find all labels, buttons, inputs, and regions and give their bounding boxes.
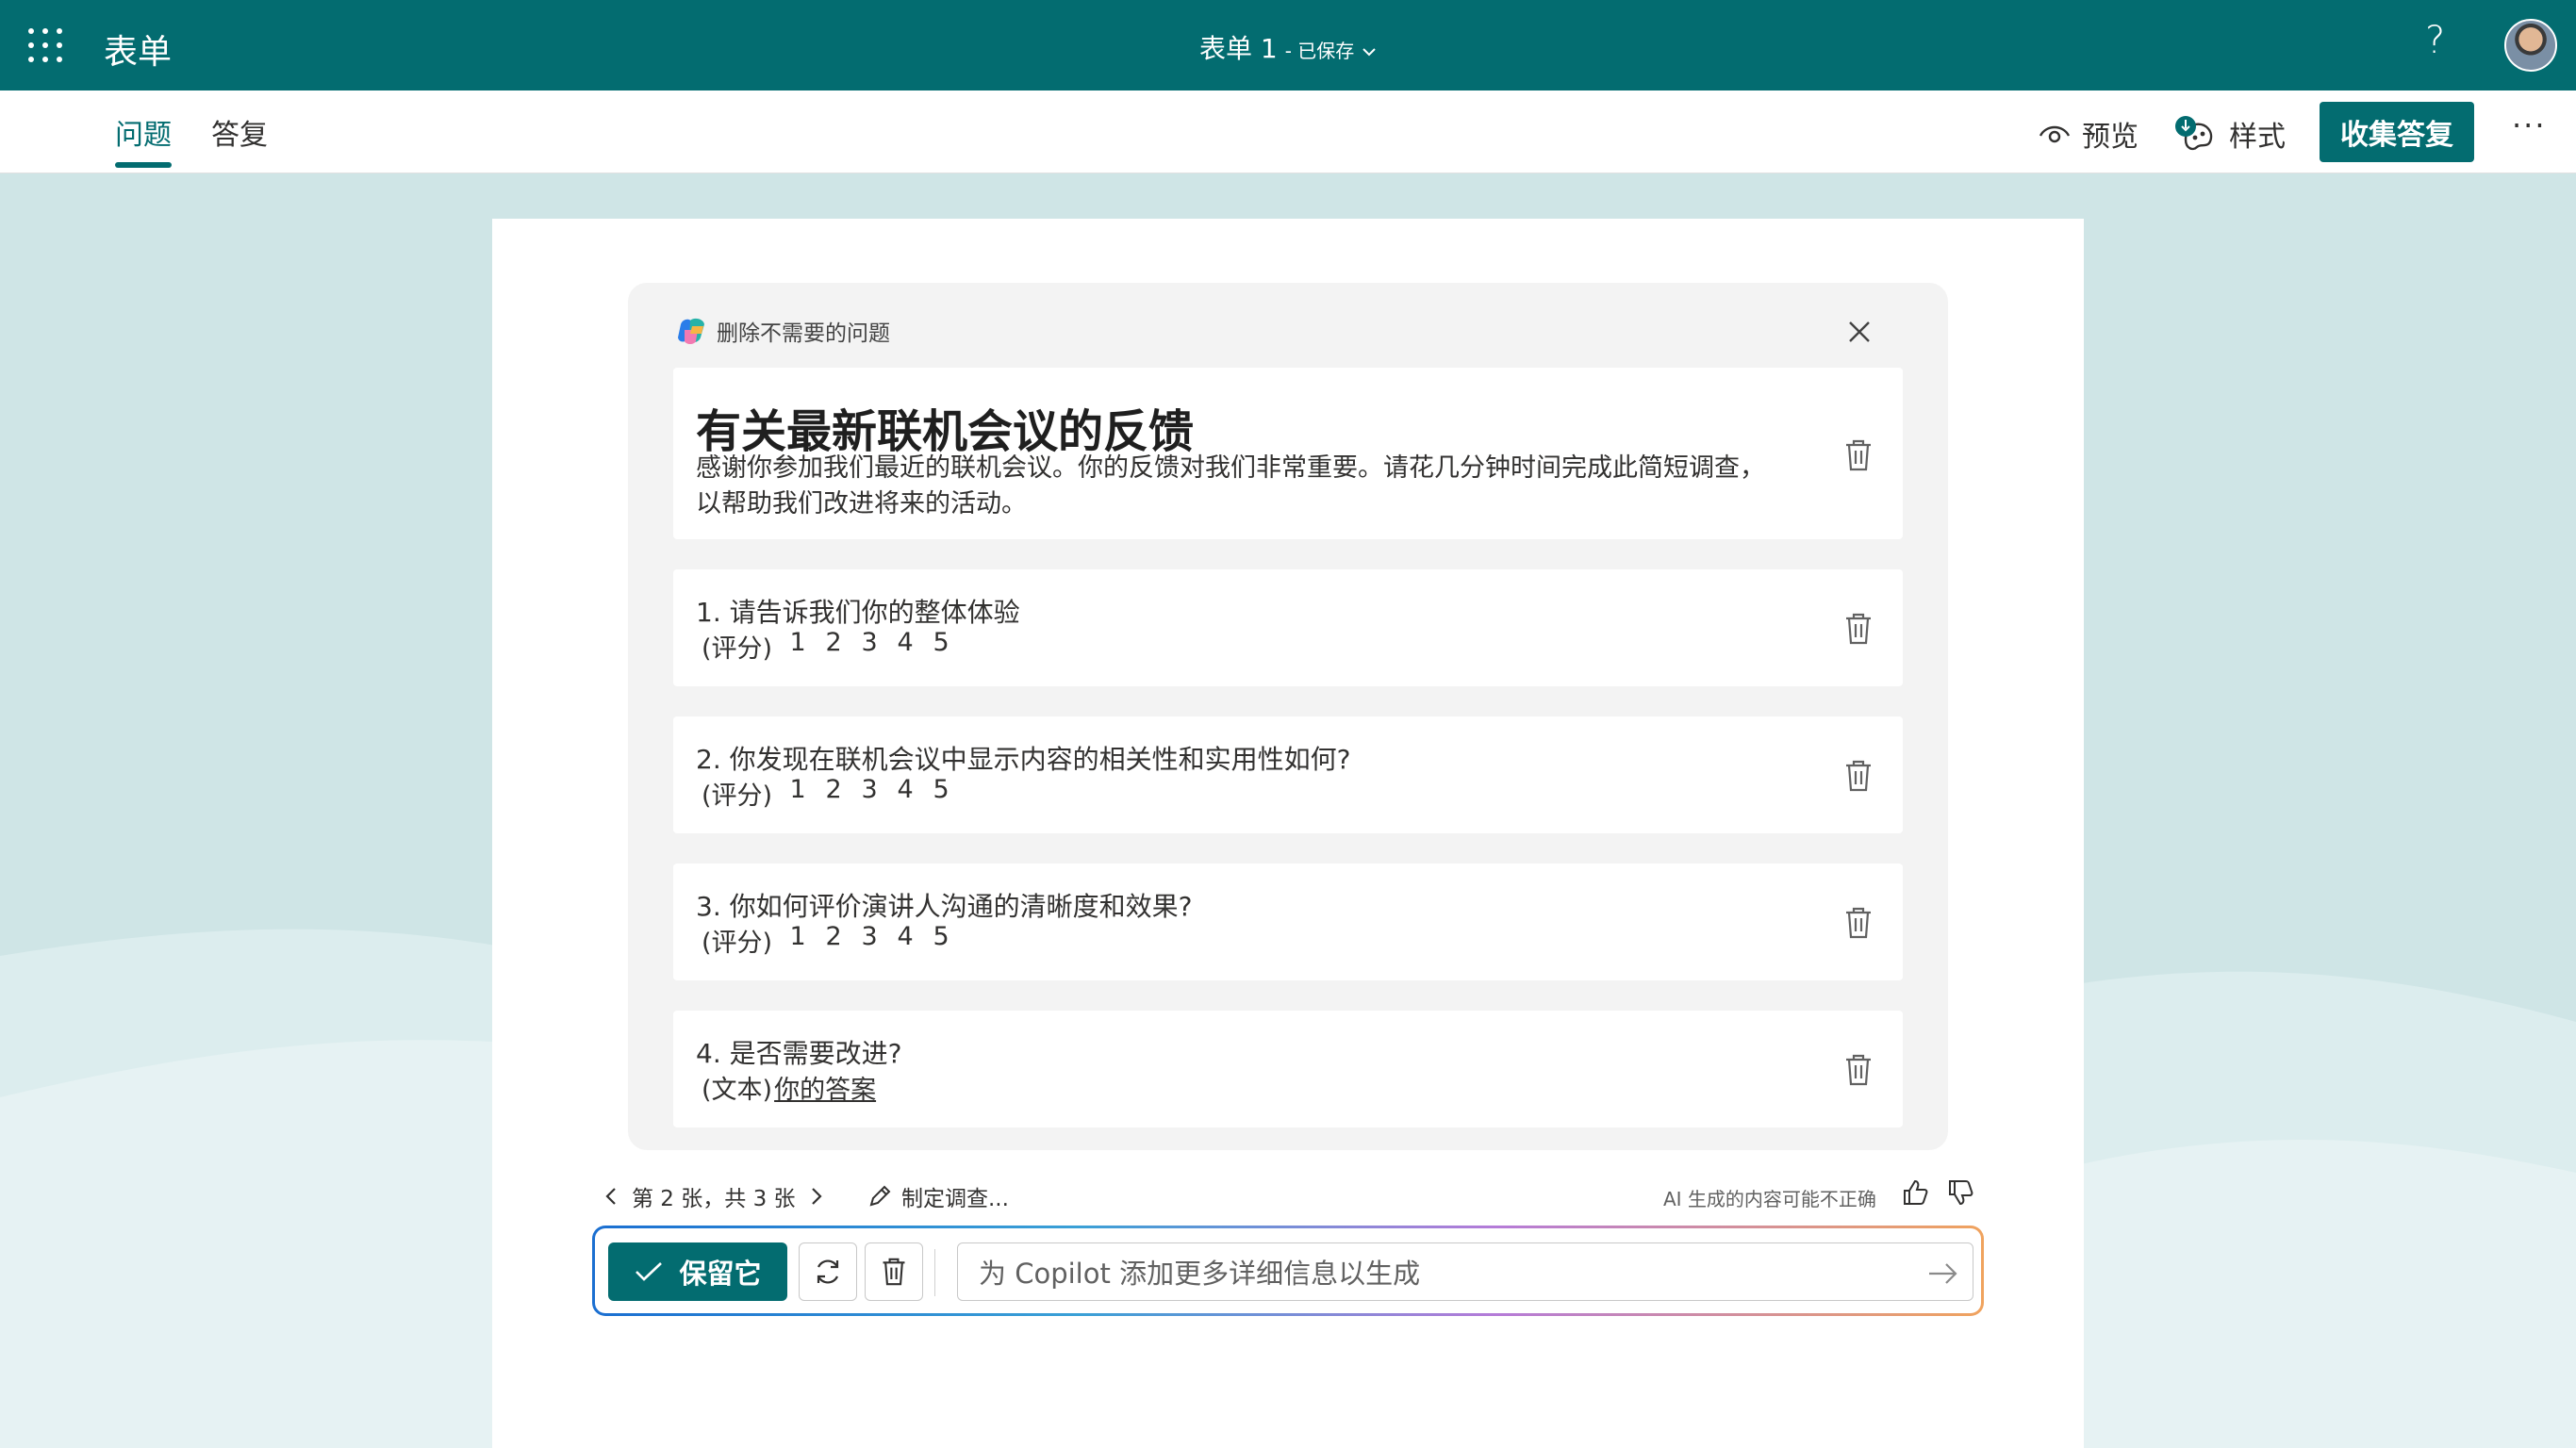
chevron-left-icon[interactable] <box>603 1186 619 1207</box>
tab-responses[interactable]: 答复 <box>211 111 268 153</box>
refresh-icon <box>817 1259 839 1284</box>
app-name[interactable]: 表单 <box>104 25 172 74</box>
trash-icon <box>883 1258 905 1286</box>
copilot-prompt-input[interactable]: 为 Copilot 添加更多详细信息以生成 <box>957 1242 1973 1301</box>
draft-label: 制定调查... <box>901 1187 1009 1211</box>
question-text: 1. 请告诉我们你的整体体验 <box>696 597 1020 628</box>
question-text: 3. 你如何评价演讲人沟通的清晰度和效果? <box>696 891 1193 922</box>
document-name: 表单 1 <box>1199 33 1278 64</box>
rating-option: 2 <box>825 628 842 657</box>
discard-button[interactable] <box>865 1242 923 1301</box>
rating-option: 2 <box>825 775 842 804</box>
preview-button[interactable]: 预览 <box>2039 113 2138 155</box>
trash-icon[interactable] <box>1842 1052 1874 1088</box>
trash-icon[interactable] <box>1842 611 1874 647</box>
trash-icon[interactable] <box>1842 905 1874 941</box>
send-arrow-icon[interactable] <box>1925 1257 1959 1291</box>
question-card[interactable]: 3. 你如何评价演讲人沟通的清晰度和效果? (评分) 1 2 3 4 5 <box>673 864 1903 980</box>
thumbs-up-icon[interactable] <box>1901 1178 1929 1207</box>
draft-prompt[interactable]: 制定调查... <box>867 1180 1009 1212</box>
chevron-down-icon <box>1362 48 1377 57</box>
more-options-button[interactable]: ··· <box>2512 107 2547 143</box>
thumbs-down-icon[interactable] <box>1946 1178 1974 1207</box>
question-rating-scale: (评分) 1 2 3 4 5 <box>702 628 951 665</box>
keep-it-label: 保留它 <box>679 1258 762 1290</box>
chevron-right-icon[interactable] <box>809 1186 824 1207</box>
app-header: 表单 表单 1 - 已保存 ? <box>0 0 2576 90</box>
style-label: 样式 <box>2229 121 2286 154</box>
rating-option: 1 <box>789 628 806 657</box>
rating-option: 5 <box>933 775 949 804</box>
rating-option: 1 <box>789 922 806 951</box>
form-description-line: 感谢你参加我们最近的联机会议。你的反馈对我们非常重要。请花几分钟时间完成此简短调… <box>696 453 1765 483</box>
composer-body: 保留它 为 Copilot 添加更多详细信息以生成 <box>595 1228 1981 1313</box>
app-launcher-icon[interactable] <box>28 28 62 62</box>
question-type: (文本) <box>702 1076 773 1105</box>
question-card[interactable]: 1. 请告诉我们你的整体体验 (评分) 1 2 3 4 5 <box>673 569 1903 686</box>
keep-it-button[interactable]: 保留它 <box>608 1242 787 1301</box>
regenerate-button[interactable] <box>799 1242 857 1301</box>
close-icon[interactable] <box>1842 315 1876 349</box>
pencil-icon <box>869 1185 891 1207</box>
suggestion-pager: 第 2 张，共 3 张 <box>603 1180 824 1212</box>
form-description: 感谢你参加我们最近的联机会议。你的反馈对我们非常重要。请花几分钟时间完成此简短调… <box>696 451 1780 522</box>
question-text-answer: (文本) 你的答案 <box>702 1069 876 1106</box>
ai-disclaimer: AI 生成的内容可能不正确 <box>1663 1188 1876 1210</box>
checkmark-icon <box>636 1262 663 1281</box>
rating-option: 3 <box>861 922 878 951</box>
answer-placeholder: 你的答案 <box>774 1076 877 1105</box>
question-type: (评分) <box>702 782 773 811</box>
question-card[interactable]: 2. 你发现在联机会议中显示内容的相关性和实用性如何? (评分) 1 2 3 4… <box>673 716 1903 833</box>
rating-option: 5 <box>933 922 949 951</box>
style-button[interactable]: 样式 <box>2174 113 2286 155</box>
eye-icon <box>2039 125 2071 143</box>
command-bar: 问题 答复 预览 样式 收集答复 ··· <box>0 90 2576 173</box>
preview-label: 预览 <box>2082 121 2138 154</box>
pager-label: 第 2 张，共 3 张 <box>632 1187 796 1211</box>
rating-option: 3 <box>861 628 878 657</box>
question-card[interactable]: 4. 是否需要改进? (文本) 你的答案 <box>673 1011 1903 1127</box>
rating-option: 2 <box>825 922 842 951</box>
help-button[interactable]: ? <box>2425 19 2445 62</box>
copilot-composer: 保留它 为 Copilot 添加更多详细信息以生成 <box>592 1226 1984 1316</box>
trash-icon[interactable] <box>1842 758 1874 794</box>
question-rating-scale: (评分) 1 2 3 4 5 <box>702 775 951 812</box>
form-title-card[interactable]: 有关最新联机会议的反馈 感谢你参加我们最近的联机会议。你的反馈对我们非常重要。请… <box>673 368 1903 539</box>
divider <box>934 1249 935 1296</box>
user-avatar[interactable] <box>2504 19 2557 72</box>
rating-option: 4 <box>897 922 914 951</box>
copilot-logo-icon <box>678 318 704 344</box>
tab-questions[interactable]: 问题 <box>115 111 172 168</box>
question-type: (评分) <box>702 929 773 958</box>
trash-icon[interactable] <box>1842 437 1874 473</box>
prompt-placeholder: 为 Copilot 添加更多详细信息以生成 <box>979 1258 1421 1290</box>
document-title[interactable]: 表单 1 - 已保存 <box>1199 28 1377 66</box>
rating-option: 4 <box>897 628 914 657</box>
palette-icon <box>2175 116 2213 151</box>
question-rating-scale: (评分) 1 2 3 4 5 <box>702 922 951 959</box>
rating-option: 4 <box>897 775 914 804</box>
question-type: (评分) <box>702 634 773 664</box>
form-description-line: 以帮助我们改进将来的活动。 <box>696 489 1027 518</box>
save-status: - 已保存 <box>1284 40 1355 62</box>
panel-header-label: 删除不需要的问题 <box>717 321 890 346</box>
question-text: 4. 是否需要改进? <box>696 1038 902 1069</box>
panel-header: 删除不需要的问题 <box>675 315 890 347</box>
collect-responses-button[interactable]: 收集答复 <box>2320 102 2474 162</box>
question-text: 2. 你发现在联机会议中显示内容的相关性和实用性如何? <box>696 744 1351 775</box>
rating-option: 1 <box>789 775 806 804</box>
rating-option: 3 <box>861 775 878 804</box>
rating-option: 5 <box>933 628 949 657</box>
